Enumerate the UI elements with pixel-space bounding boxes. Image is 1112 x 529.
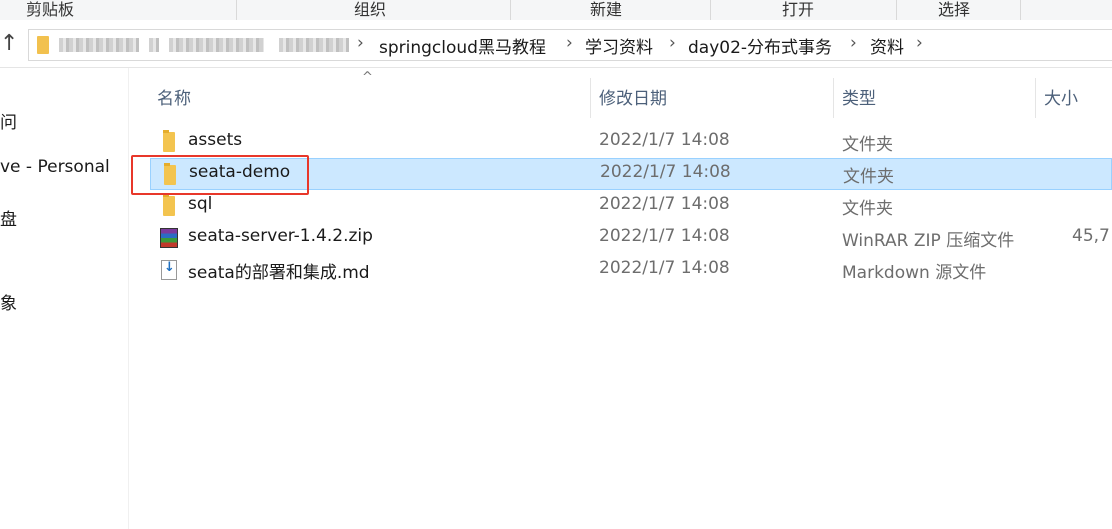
chevron-right-icon[interactable]: › [357, 33, 364, 53]
up-arrow-icon[interactable]: ↑ [0, 29, 22, 59]
file-row-seata-server-zip[interactable]: seata-server-1.4.2.zip 2022/1/7 14:08 Wi… [150, 222, 1112, 254]
ribbon-group-new: 新建 [590, 0, 623, 19]
file-name: seata-server-1.4.2.zip [188, 226, 373, 246]
chevron-right-icon[interactable]: › [566, 33, 573, 53]
breadcrumb-study-materials[interactable]: 学习资料 [585, 33, 653, 58]
blurred-path-segment [149, 38, 159, 52]
folder-icon [163, 194, 175, 216]
blurred-path-segment [59, 38, 139, 52]
ribbon-divider [710, 0, 711, 20]
sort-ascending-icon: ^ [362, 70, 373, 85]
column-header-type[interactable]: 类型 [842, 84, 876, 109]
address-row: ↑ › springcloud黑马教程 › 学习资料 › day02-分布式事务… [0, 21, 1112, 68]
chevron-right-icon[interactable]: › [916, 33, 923, 53]
chevron-right-icon[interactable]: › [850, 33, 857, 53]
file-date: 2022/1/7 14:08 [600, 162, 731, 182]
breadcrumb-materials[interactable]: 资料 [870, 33, 904, 58]
nav-item-drive[interactable]: 盘 [0, 205, 17, 230]
chevron-right-icon[interactable]: › [669, 33, 676, 53]
ribbon-group-clipboard: 剪贴板 [26, 0, 75, 19]
column-header-size[interactable]: 大小 [1044, 84, 1078, 109]
file-date: 2022/1/7 14:08 [599, 194, 730, 214]
folder-icon [37, 36, 49, 54]
blurred-path-segment [279, 38, 349, 52]
file-type: 文件夹 [842, 135, 893, 155]
nav-item-onedrive[interactable]: ve - Personal [0, 157, 110, 177]
file-type: WinRAR ZIP 压缩文件 [842, 231, 1015, 251]
column-header-name[interactable]: 名称 [157, 84, 191, 109]
highlight-annotation-box [131, 155, 309, 195]
winrar-zip-icon [160, 228, 178, 248]
ribbon-divider [1020, 0, 1021, 20]
file-name: seata的部署和集成.md [188, 263, 370, 283]
ribbon-group-labels: 剪贴板 组织 新建 打开 选择 [0, 0, 1112, 20]
file-date: 2022/1/7 14:08 [599, 226, 730, 246]
nav-item-quick-access[interactable]: 问 [0, 108, 17, 133]
file-row-seata-md[interactable]: seata的部署和集成.md 2022/1/7 14:08 Markdown 源… [150, 254, 1112, 286]
ribbon-divider [236, 0, 237, 20]
file-type: 文件夹 [842, 199, 893, 219]
navigation-pane: 问 ve - Personal 盘 象 [0, 68, 129, 529]
markdown-file-icon [161, 260, 177, 280]
ribbon-group-organize: 组织 [354, 0, 387, 19]
file-name: assets [188, 130, 243, 150]
file-date: 2022/1/7 14:08 [599, 130, 730, 150]
address-bar[interactable]: › springcloud黑马教程 › 学习资料 › day02-分布式事务 ›… [28, 29, 1112, 61]
column-divider[interactable] [590, 78, 591, 118]
blurred-path-segment [169, 38, 264, 52]
column-divider[interactable] [833, 78, 834, 118]
ribbon-divider [896, 0, 897, 20]
file-type: Markdown 源文件 [842, 263, 987, 283]
folder-icon [163, 130, 175, 152]
file-type: 文件夹 [843, 167, 894, 187]
column-divider[interactable] [1035, 78, 1036, 118]
nav-item-objects[interactable]: 象 [0, 289, 17, 314]
ribbon-group-open: 打开 [782, 0, 815, 19]
breadcrumb-day02[interactable]: day02-分布式事务 [688, 33, 832, 58]
file-date: 2022/1/7 14:08 [599, 258, 730, 278]
ribbon-divider [510, 0, 511, 20]
file-size: 45,7 [1072, 226, 1110, 246]
file-name: sql [188, 194, 213, 214]
ribbon-group-select: 选择 [938, 0, 971, 19]
breadcrumb-springcloud[interactable]: springcloud黑马教程 [379, 33, 546, 58]
file-row-assets[interactable]: assets 2022/1/7 14:08 文件夹 [150, 126, 1112, 158]
column-header-date[interactable]: 修改日期 [599, 84, 667, 109]
